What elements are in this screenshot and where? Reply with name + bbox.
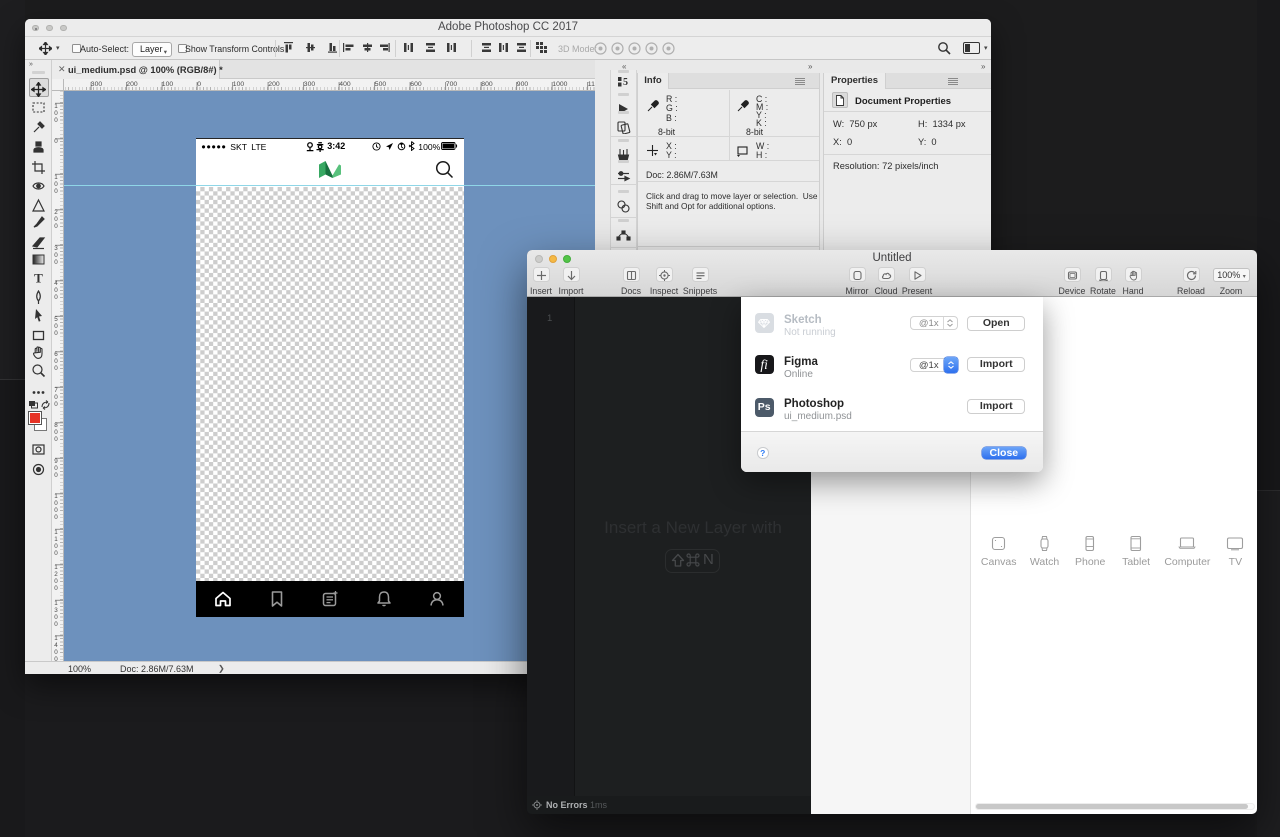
svg-text:5: 5	[623, 77, 628, 88]
svg-text:T: T	[34, 271, 43, 286]
